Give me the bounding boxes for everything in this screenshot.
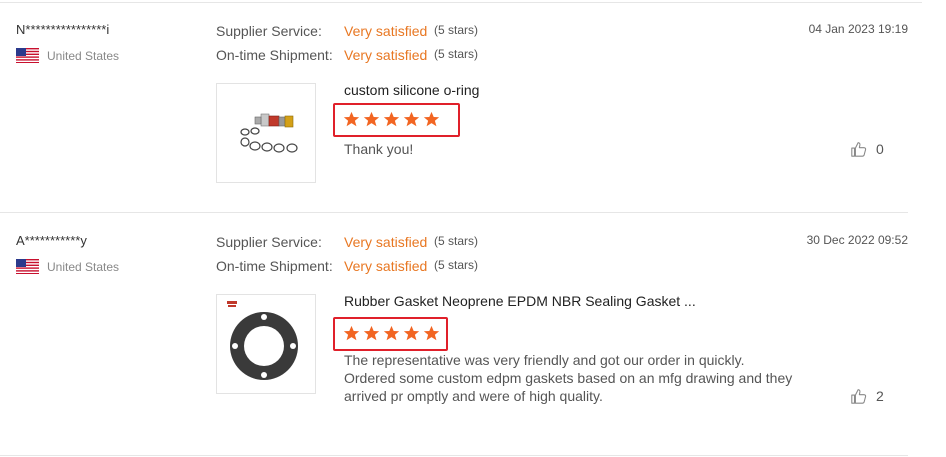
us-flag-icon <box>16 259 39 274</box>
rating-highlight <box>333 317 448 351</box>
review-comment: The representative was very friendly and… <box>344 352 793 404</box>
us-flag-icon <box>16 48 39 63</box>
supplier-service-stars: (5 stars) <box>434 234 479 248</box>
review-item: N****************i United States Supplie… <box>0 0 946 210</box>
o-ring-product-image <box>240 113 298 153</box>
star-icon <box>403 325 420 341</box>
shipment-value: Very satisfied <box>344 258 428 274</box>
review-date: 04 Jan 2023 19:19 <box>808 22 908 36</box>
shipment-label: On-time Shipment: <box>216 47 333 63</box>
buyer-country: United States <box>16 48 119 63</box>
star-rating <box>343 111 440 128</box>
review-item: A***********y United States Supplier Ser… <box>0 211 946 421</box>
star-icon <box>423 325 440 341</box>
shipment-stars: (5 stars) <box>434 258 479 272</box>
review-divider <box>0 455 908 456</box>
buyer-name: A***********y <box>16 233 87 248</box>
star-icon <box>423 111 440 127</box>
product-title[interactable]: custom silicone o-ring <box>344 82 479 98</box>
star-icon <box>383 111 400 127</box>
thumbs-up-icon <box>851 142 867 157</box>
shipment-value: Very satisfied <box>344 47 428 63</box>
shipment-stars: (5 stars) <box>434 47 479 61</box>
star-icon <box>363 325 380 341</box>
buyer-country: United States <box>16 259 119 274</box>
like-count: 2 <box>876 388 884 404</box>
like-count: 0 <box>876 141 884 157</box>
review-comment: Thank you! <box>344 141 414 157</box>
country-name: United States <box>47 48 120 63</box>
supplier-service-label: Supplier Service: <box>216 234 322 250</box>
supplier-service-value: Very satisfied <box>344 23 428 39</box>
supplier-service-stars: (5 stars) <box>434 23 479 37</box>
star-icon <box>383 325 400 341</box>
product-thumbnail[interactable] <box>216 83 316 183</box>
product-title[interactable]: Rubber Gasket Neoprene EPDM NBR Sealing … <box>344 293 696 309</box>
star-icon <box>343 111 360 127</box>
supplier-service-value: Very satisfied <box>344 234 428 250</box>
supplier-service-label: Supplier Service: <box>216 23 322 39</box>
star-rating <box>343 325 440 342</box>
star-icon <box>343 325 360 341</box>
like-button[interactable]: 2 <box>850 387 884 405</box>
product-thumbnail[interactable] <box>216 294 316 394</box>
star-icon <box>403 111 420 127</box>
review-date: 30 Dec 2022 09:52 <box>806 233 908 247</box>
buyer-name: N****************i <box>16 22 110 37</box>
country-name: United States <box>47 259 120 274</box>
like-button[interactable]: 0 <box>850 140 884 158</box>
rating-highlight <box>333 103 460 137</box>
gasket-product-image <box>227 301 298 380</box>
star-icon <box>363 111 380 127</box>
thumbs-up-icon <box>851 389 867 404</box>
shipment-label: On-time Shipment: <box>216 258 333 274</box>
